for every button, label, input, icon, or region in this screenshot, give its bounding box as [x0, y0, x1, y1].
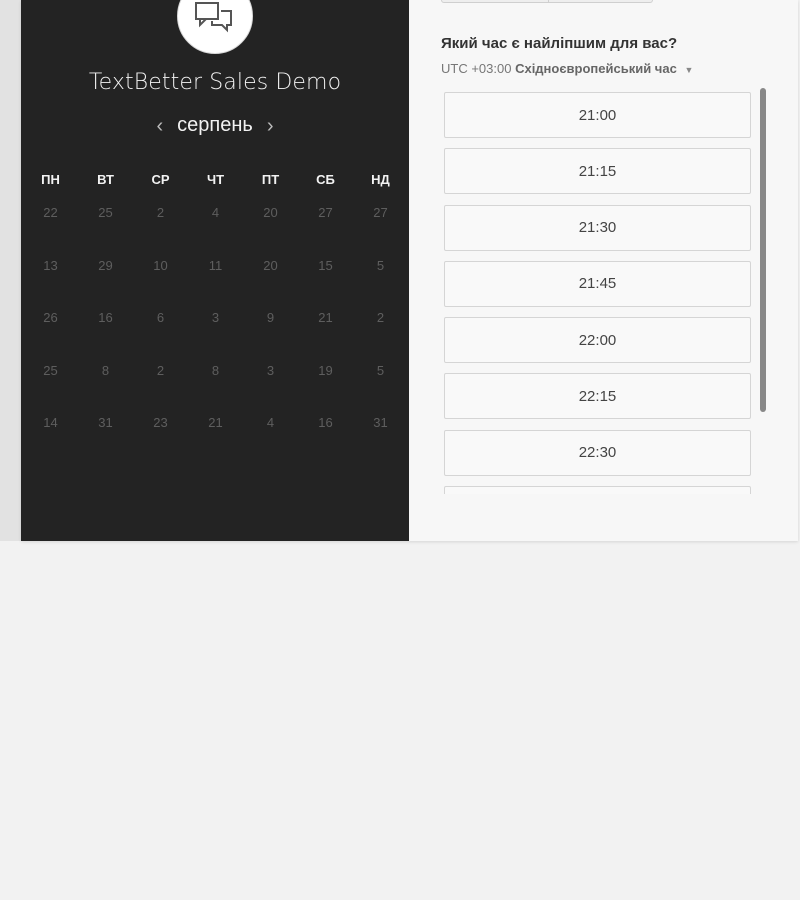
calendar-day: 15	[318, 257, 333, 273]
calendar-day: 25	[98, 205, 113, 220]
view-toggle-tabs[interactable]	[441, 0, 653, 3]
time-question-heading: Який час є найліпшим для вас?	[441, 35, 678, 52]
time-slot-button[interactable]	[444, 486, 751, 494]
calendar-day: 16	[98, 310, 113, 325]
calendar-day: 11	[208, 257, 223, 273]
time-slot-button[interactable]: 22:00	[444, 317, 751, 364]
calendar-day: 5	[376, 362, 385, 378]
calendar-day: 3	[211, 310, 220, 325]
time-slot-button[interactable]: 22:15	[444, 373, 751, 420]
month-navigation: ‹ серпень ›	[21, 114, 409, 137]
calendar-days-grid: 22 25 2 4 20 27 27 13 29 10 11 20 15 5 2…	[23, 205, 407, 468]
calendar-day: 4	[266, 415, 275, 430]
calendar-day: 23	[153, 415, 168, 430]
calendar-day: 6	[156, 310, 165, 325]
time-slot-button[interactable]: 21:30	[444, 204, 751, 251]
calendar-day: 16	[318, 415, 333, 430]
timezone-selector[interactable]: UTC +03:00 Східноєвропейський час ▼	[441, 61, 693, 76]
calendar-day: 20	[263, 205, 278, 220]
calendar-day: 31	[373, 415, 388, 430]
background-page-edge	[0, 0, 21, 541]
weekday-label: ПТ	[261, 172, 280, 187]
scheduler-card: TextBetter Sales Demo ‹ серпень › ПН ВТ …	[21, 0, 798, 541]
company-name: TextBetter Sales Demo	[88, 70, 342, 95]
calendar-day: 21	[208, 415, 223, 430]
calendar-day: 10	[153, 257, 168, 273]
calendar-day: 9	[266, 310, 275, 325]
calendar-panel: TextBetter Sales Demo ‹ серпень › ПН ВТ …	[21, 0, 409, 541]
calendar-day: 4	[211, 205, 220, 220]
calendar-day: 26	[43, 310, 58, 325]
time-slot-button[interactable]: 22:30	[444, 429, 751, 476]
timezone-offset: UTC +03:00	[441, 61, 512, 76]
chevron-right-icon[interactable]: ›	[267, 116, 274, 136]
calendar-day: 25	[43, 362, 58, 378]
calendar-day: 27	[318, 205, 333, 220]
weekday-label: СБ	[316, 172, 335, 187]
company-logo	[177, 0, 253, 54]
calendar-day: 8	[101, 362, 110, 378]
calendar-day: 22	[43, 205, 58, 220]
weekday-label: СР	[151, 172, 170, 187]
weekday-label: ПН	[41, 172, 60, 187]
weekday-label: НД	[371, 172, 390, 187]
calendar-day: 2	[156, 205, 165, 220]
calendar-day: 13	[43, 257, 58, 273]
calendar-day: 31	[98, 415, 113, 430]
caret-down-icon: ▼	[684, 65, 694, 75]
calendar-day: 3	[266, 362, 275, 378]
time-slot-button[interactable]: 21:15	[444, 148, 751, 195]
calendar-day: 19	[318, 362, 333, 378]
weekday-header: ПН ВТ СР ЧТ ПТ СБ НД	[23, 172, 407, 187]
calendar-day: 14	[43, 415, 58, 430]
calendar-day: 27	[373, 205, 388, 220]
time-list-scrollbar[interactable]	[760, 88, 766, 412]
timezone-name: Східноєвропейський час	[515, 61, 677, 76]
calendar-day: 8	[211, 362, 220, 378]
time-slot-button[interactable]: 21:00	[444, 92, 751, 138]
month-label: серпень	[177, 114, 253, 136]
calendar-day: 21	[318, 310, 333, 325]
weekday-label: ВТ	[97, 172, 114, 187]
chat-bubbles-icon	[195, 2, 232, 33]
calendar-day: 2	[376, 310, 385, 325]
weekday-label: ЧТ	[206, 172, 225, 187]
chevron-left-icon[interactable]: ‹	[156, 116, 163, 136]
calendar-day: 20	[263, 257, 278, 273]
time-slot-button[interactable]: 21:45	[444, 260, 751, 307]
time-slot-list: 21:00 21:15 21:30 21:45 22:00 22:15 22:3…	[444, 92, 751, 494]
calendar-day: 29	[98, 257, 113, 273]
calendar-day: 5	[376, 257, 385, 273]
time-selection-panel: Який час є найліпшим для вас? UTC +03:00…	[409, 0, 798, 541]
calendar-day: 2	[156, 362, 165, 378]
